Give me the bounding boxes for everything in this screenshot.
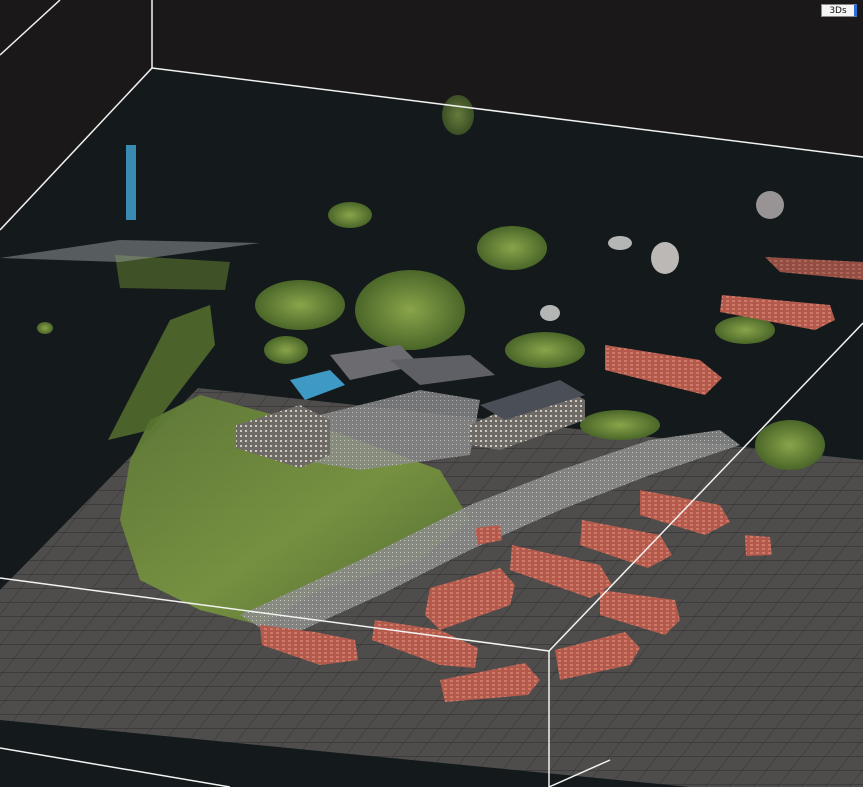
tree-cluster bbox=[505, 332, 585, 368]
tree-cluster bbox=[442, 95, 474, 135]
view-mode-badge[interactable]: 3Ds bbox=[821, 4, 857, 17]
building-red-roof bbox=[745, 535, 772, 556]
tree-cluster bbox=[755, 420, 825, 470]
blue-pole-noise bbox=[126, 145, 136, 220]
tree-cluster bbox=[580, 410, 660, 440]
tree-cluster bbox=[264, 336, 308, 364]
point-cloud-viewport[interactable]: 3Ds bbox=[0, 0, 863, 787]
point-cloud-scene[interactable] bbox=[0, 0, 863, 787]
tree-cluster bbox=[37, 322, 53, 334]
point-noise-blob bbox=[608, 236, 632, 250]
point-noise-blob bbox=[756, 191, 784, 219]
tree-cluster bbox=[355, 270, 465, 350]
tree-cluster bbox=[477, 226, 547, 270]
tree-cluster bbox=[255, 280, 345, 330]
point-noise-blob bbox=[651, 242, 679, 274]
tree-cluster bbox=[328, 202, 372, 228]
point-noise-blob bbox=[540, 305, 560, 321]
